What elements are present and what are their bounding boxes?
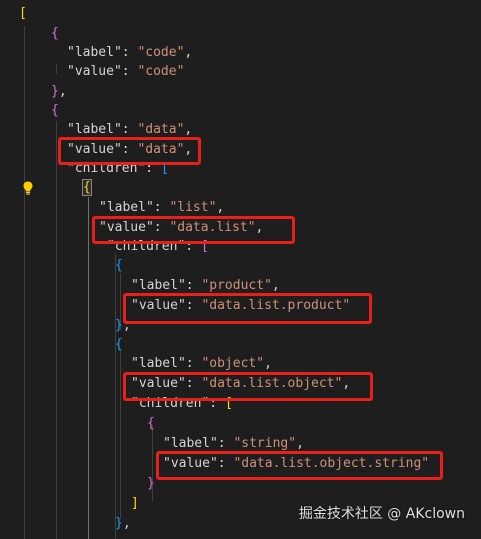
- code-line[interactable]: {: [115, 256, 123, 275]
- bracket-token: {: [147, 416, 155, 431]
- code-line[interactable]: {: [51, 101, 59, 120]
- punctuation-token: ,: [271, 278, 280, 293]
- key-token: "label": [131, 278, 186, 293]
- bracket-token: }: [51, 84, 59, 99]
- bracket-token: {: [115, 337, 123, 352]
- punctuation-token: :: [217, 436, 234, 451]
- key-token: "label": [67, 45, 122, 60]
- highlight-box-value-object-string: [156, 451, 443, 480]
- code-line[interactable]: },: [115, 514, 131, 533]
- code-line[interactable]: ]: [131, 494, 139, 513]
- indent-guide-active: [88, 197, 89, 539]
- highlight-box-value-data-list: [92, 216, 295, 244]
- bracket-token: }: [115, 318, 123, 333]
- punctuation-token: ,: [184, 45, 193, 60]
- indent-guide: [120, 349, 121, 519]
- key-token: "label": [131, 356, 186, 371]
- watermark-text: 掘金技术社区 @ AKclown: [298, 506, 465, 522]
- code-line[interactable]: "label": "object",: [131, 354, 272, 373]
- key-token: "label": [163, 436, 218, 451]
- punctuation-token: :: [121, 64, 138, 79]
- indent-guide: [24, 26, 25, 539]
- code-line[interactable]: {: [82, 178, 92, 197]
- punctuation-token: :: [153, 200, 170, 215]
- code-editor[interactable]: [ { "label": "code", "value": "code" }, …: [0, 0, 481, 539]
- punctuation-token: ,: [216, 200, 225, 215]
- punctuation-token: ,: [184, 122, 193, 137]
- code-line[interactable]: {: [51, 24, 59, 43]
- punctuation-token: :: [121, 122, 138, 137]
- bracket-token: }: [115, 516, 123, 531]
- bracket-token: {: [51, 103, 59, 118]
- punctuation-token: :: [121, 45, 138, 60]
- code-line[interactable]: "label": "code",: [67, 43, 192, 62]
- punctuation-token: ,: [122, 516, 131, 531]
- code-line[interactable]: {: [147, 414, 155, 433]
- string-token: "string": [233, 436, 297, 451]
- punctuation-token: :: [185, 278, 202, 293]
- code-line[interactable]: }: [147, 474, 155, 493]
- indent-guide: [56, 121, 57, 539]
- string-token: "data": [137, 122, 185, 137]
- punctuation-token: ,: [58, 84, 67, 99]
- bracket-token: ]: [131, 496, 139, 511]
- key-token: "value": [67, 64, 122, 79]
- bracket-token: {: [82, 179, 92, 196]
- punctuation-token: ,: [264, 356, 272, 371]
- bracket-token: [: [19, 6, 27, 21]
- highlight-box-value-product: [123, 293, 372, 324]
- bracket-token: {: [51, 26, 59, 41]
- code-line[interactable]: {: [115, 335, 123, 354]
- string-token: "code": [137, 64, 185, 79]
- string-token: "product": [201, 278, 272, 293]
- string-token: "code": [137, 45, 185, 60]
- bracket-token: {: [115, 258, 123, 273]
- indent-guide: [115, 254, 116, 539]
- highlight-box-value-data: [58, 137, 201, 165]
- code-line[interactable]: [: [19, 4, 27, 23]
- bracket-token: }: [147, 476, 155, 491]
- code-line[interactable]: },: [51, 82, 67, 101]
- code-line[interactable]: "label": "list",: [99, 198, 224, 217]
- code-line[interactable]: "value": "code": [67, 62, 184, 81]
- string-token: "object": [201, 356, 265, 371]
- string-token: "list": [169, 200, 217, 215]
- punctuation-token: :: [185, 356, 202, 371]
- highlight-box-value-object: [123, 372, 373, 401]
- key-token: "label": [99, 200, 154, 215]
- lightbulb-icon[interactable]: [20, 180, 36, 196]
- key-token: "label": [67, 122, 122, 137]
- punctuation-token: ,: [296, 436, 304, 451]
- indent-guide: [56, 64, 57, 74]
